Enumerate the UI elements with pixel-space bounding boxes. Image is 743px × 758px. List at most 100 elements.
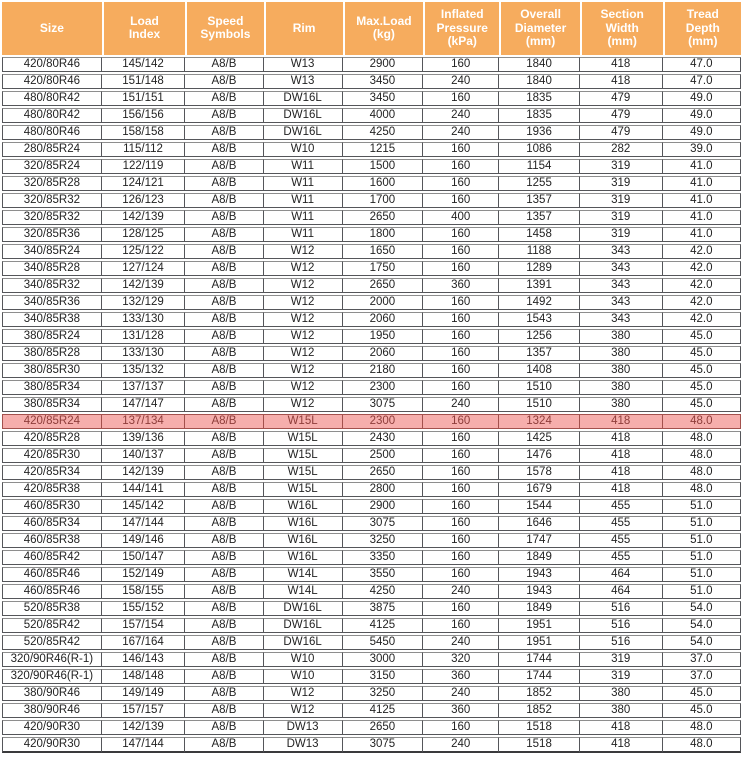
cell-max-load: 1800 xyxy=(342,226,424,242)
cell-rim: W10 xyxy=(263,651,343,667)
cell-max-load: 1500 xyxy=(342,158,424,174)
cell-tread-depth: 41.0 xyxy=(662,192,741,208)
cell-tread-depth: 51.0 xyxy=(662,515,741,531)
cell-load-index: 131/128 xyxy=(101,328,186,344)
cell-section-width: 319 xyxy=(579,192,663,208)
table-row: 380/85R28 133/130 A8/B W12 2060 160 1357 380 45.… xyxy=(2,345,741,361)
cell-overall-diameter: 1747 xyxy=(499,532,580,548)
cell-max-load: 4000 xyxy=(342,107,424,123)
cell-speed-symbols: A8/B xyxy=(185,328,264,344)
cell-tread-depth: 45.0 xyxy=(662,702,741,718)
cell-rim: W15L xyxy=(263,447,343,463)
cell-speed-symbols: A8/B xyxy=(185,362,264,378)
cell-max-load: 2900 xyxy=(342,56,424,72)
cell-max-load: 2500 xyxy=(342,447,424,463)
cell-tread-depth: 48.0 xyxy=(662,413,741,429)
cell-inflated-pressure: 160 xyxy=(423,311,500,327)
cell-section-width: 418 xyxy=(579,719,663,735)
cell-speed-symbols: A8/B xyxy=(185,685,264,701)
table-row: 420/80R46 151/148 A8/B W13 3450 240 1840 418 47.… xyxy=(2,73,741,89)
cell-overall-diameter: 1543 xyxy=(499,311,580,327)
cell-tread-depth: 41.0 xyxy=(662,226,741,242)
cell-max-load: 4125 xyxy=(342,617,424,633)
cell-size: 320/90R46(R-1) xyxy=(2,651,102,667)
table-row: 340/85R38 133/130 A8/B W12 2060 160 1543 343 42.… xyxy=(2,311,741,327)
cell-overall-diameter: 1357 xyxy=(499,209,580,225)
cell-size: 420/85R38 xyxy=(2,481,102,497)
cell-overall-diameter: 1849 xyxy=(499,600,580,616)
cell-load-index: 144/141 xyxy=(101,481,186,497)
cell-load-index: 146/143 xyxy=(101,651,186,667)
cell-load-index: 124/121 xyxy=(101,175,186,191)
cell-rim: DW16L xyxy=(263,634,343,650)
cell-tread-depth: 42.0 xyxy=(662,277,741,293)
cell-inflated-pressure: 160 xyxy=(423,226,500,242)
cell-rim: DW16L xyxy=(263,90,343,106)
cell-tread-depth: 49.0 xyxy=(662,90,741,106)
cell-size: 320/85R36 xyxy=(2,226,102,242)
cell-size: 340/85R24 xyxy=(2,243,102,259)
cell-overall-diameter: 1646 xyxy=(499,515,580,531)
cell-rim: W12 xyxy=(263,311,343,327)
cell-inflated-pressure: 240 xyxy=(423,73,500,89)
cell-rim: W16L xyxy=(263,532,343,548)
cell-load-index: 139/136 xyxy=(101,430,186,446)
cell-max-load: 1750 xyxy=(342,260,424,276)
cell-inflated-pressure: 360 xyxy=(423,668,500,684)
cell-overall-diameter: 1289 xyxy=(499,260,580,276)
cell-inflated-pressure: 160 xyxy=(423,549,500,565)
cell-rim: W14L xyxy=(263,566,343,582)
cell-size: 380/90R46 xyxy=(2,685,102,701)
table-row: 320/85R28 124/121 A8/B W11 1600 160 1255 319 41.… xyxy=(2,175,741,191)
table-row: 380/90R46 157/157 A8/B W12 4125 360 1852 380 45.… xyxy=(2,702,741,718)
cell-size: 520/85R42 xyxy=(2,617,102,633)
cell-tread-depth: 42.0 xyxy=(662,294,741,310)
cell-size: 380/90R46 xyxy=(2,702,102,718)
cell-overall-diameter: 1679 xyxy=(499,481,580,497)
cell-speed-symbols: A8/B xyxy=(185,158,264,174)
cell-rim: W16L xyxy=(263,498,343,514)
cell-speed-symbols: A8/B xyxy=(185,226,264,242)
table-row: 520/85R42 157/154 A8/B DW16L 4125 160 1951 516 5… xyxy=(2,617,741,633)
cell-load-index: 156/156 xyxy=(101,107,186,123)
cell-rim: W15L xyxy=(263,481,343,497)
cell-max-load: 1600 xyxy=(342,175,424,191)
cell-overall-diameter: 1951 xyxy=(499,617,580,633)
cell-max-load: 2300 xyxy=(342,379,424,395)
table-row: 320/85R24 122/119 A8/B W11 1500 160 1154 319 41.… xyxy=(2,158,741,174)
cell-tread-depth: 37.0 xyxy=(662,651,741,667)
cell-rim: W12 xyxy=(263,702,343,718)
cell-inflated-pressure: 160 xyxy=(423,243,500,259)
cell-load-index: 142/139 xyxy=(101,209,186,225)
cell-load-index: 148/148 xyxy=(101,668,186,684)
cell-load-index: 137/134 xyxy=(101,413,186,429)
cell-section-width: 343 xyxy=(579,260,663,276)
cell-tread-depth: 51.0 xyxy=(662,549,741,565)
cell-rim: W10 xyxy=(263,141,343,157)
table-row: 520/85R38 155/152 A8/B DW16L 3875 160 1849 516 5… xyxy=(2,600,741,616)
cell-size: 320/85R24 xyxy=(2,158,102,174)
column-header-overall-diameter: Overall Diameter (mm) xyxy=(499,2,580,55)
cell-inflated-pressure: 160 xyxy=(423,56,500,72)
cell-speed-symbols: A8/B xyxy=(185,243,264,259)
cell-load-index: 147/144 xyxy=(101,515,186,531)
cell-load-index: 142/139 xyxy=(101,277,186,293)
cell-speed-symbols: A8/B xyxy=(185,311,264,327)
table-row: 340/85R24 125/122 A8/B W12 1650 160 1188 343 42.… xyxy=(2,243,741,259)
cell-rim: W12 xyxy=(263,396,343,412)
cell-inflated-pressure: 240 xyxy=(423,685,500,701)
cell-section-width: 380 xyxy=(579,362,663,378)
cell-size: 460/85R46 xyxy=(2,583,102,599)
cell-rim: W16L xyxy=(263,549,343,565)
cell-inflated-pressure: 160 xyxy=(423,90,500,106)
cell-tread-depth: 51.0 xyxy=(662,532,741,548)
cell-load-index: 145/142 xyxy=(101,498,186,514)
cell-size: 380/85R34 xyxy=(2,396,102,412)
cell-speed-symbols: A8/B xyxy=(185,379,264,395)
cell-section-width: 319 xyxy=(579,651,663,667)
cell-load-index: 151/151 xyxy=(101,90,186,106)
table-row: 320/85R32 126/123 A8/B W11 1700 160 1357 319 41.… xyxy=(2,192,741,208)
cell-section-width: 380 xyxy=(579,328,663,344)
cell-speed-symbols: A8/B xyxy=(185,515,264,531)
cell-size: 420/90R30 xyxy=(2,736,102,753)
